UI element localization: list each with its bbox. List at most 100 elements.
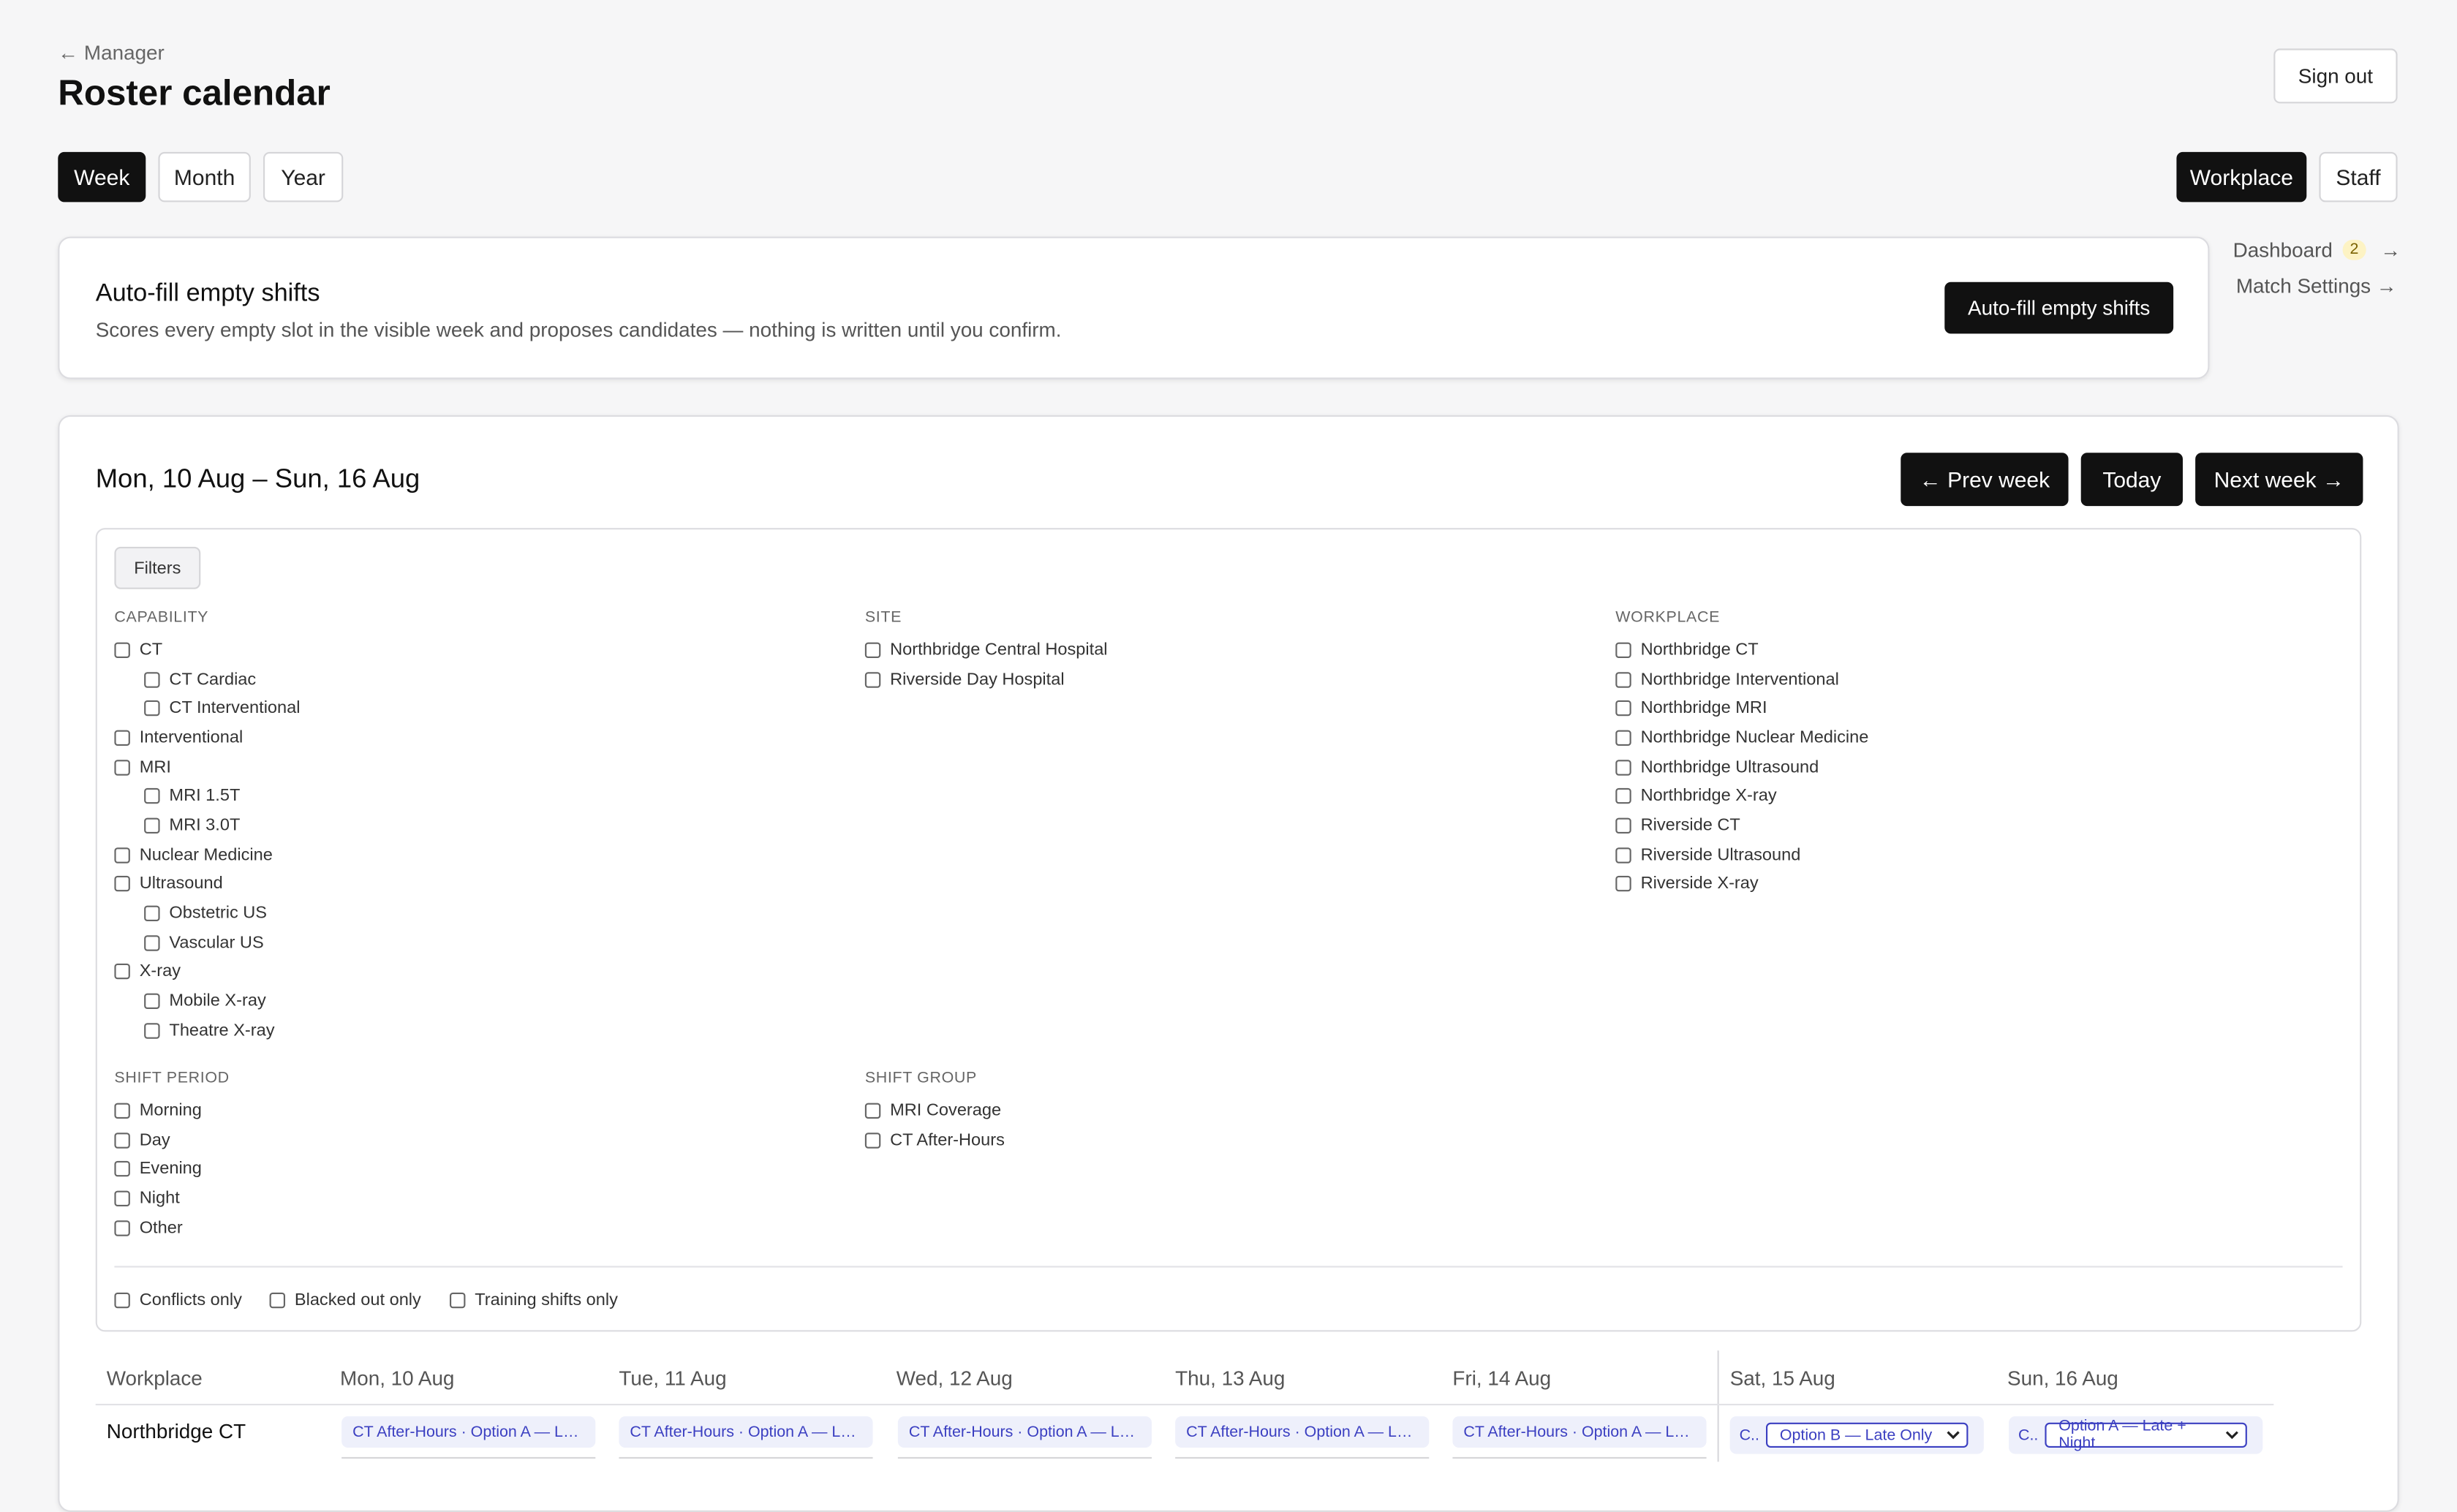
- filter-site-northbridge[interactable]: Northbridge Central Hospital: [864, 640, 1108, 659]
- shift-cell-sat[interactable]: C.. Option B — Late Only: [1729, 1416, 1984, 1454]
- mode-workplace-button[interactable]: Workplace: [2176, 151, 2307, 203]
- shift-cell-fri[interactable]: CT After-Hours · Option A — Lat...: [1452, 1416, 1707, 1448]
- checkbox-icon[interactable]: [864, 642, 881, 658]
- checkbox-icon[interactable]: [144, 817, 160, 834]
- checkbox-icon[interactable]: [114, 963, 130, 980]
- toggle-blacked-out-only[interactable]: Blacked out only: [269, 1291, 421, 1309]
- checkbox-icon[interactable]: [114, 847, 130, 863]
- sign-out-button[interactable]: Sign out: [2273, 48, 2398, 104]
- checkbox-icon[interactable]: [1615, 787, 1631, 804]
- toggle-label: Conflicts only: [139, 1290, 242, 1310]
- back-link[interactable]: ← Manager: [58, 41, 165, 64]
- filter-capability-nuclear-medicine[interactable]: Nuclear Medicine: [114, 846, 273, 865]
- filter-capability-obstetric-us[interactable]: Obstetric US: [144, 904, 267, 923]
- filter-workplace-northbridge-interventional[interactable]: Northbridge Interventional: [1615, 670, 1839, 689]
- tab-year[interactable]: Year: [263, 151, 344, 203]
- toggle-conflicts-only[interactable]: Conflicts only: [114, 1290, 242, 1310]
- checkbox-icon[interactable]: [144, 993, 160, 1009]
- checkbox-icon[interactable]: [450, 1292, 466, 1309]
- checkbox-icon[interactable]: [114, 730, 130, 746]
- filter-capability-ct[interactable]: CT: [114, 640, 162, 659]
- toggle-training-shifts-only[interactable]: Training shifts only: [450, 1291, 618, 1309]
- filter-period-night[interactable]: Night: [114, 1189, 180, 1208]
- checkbox-icon[interactable]: [114, 1133, 130, 1149]
- filter-period-evening[interactable]: Evening: [114, 1160, 202, 1178]
- filter-workplace-northbridge-ct[interactable]: Northbridge CT: [1615, 640, 1759, 659]
- filter-capability-theatre-x-ray[interactable]: Theatre X-ray: [144, 1021, 275, 1040]
- checkbox-icon[interactable]: [114, 642, 130, 658]
- filter-workplace-riverside-ultrasound[interactable]: Riverside Ultrasound: [1615, 846, 1800, 865]
- checkbox-icon[interactable]: [269, 1292, 285, 1309]
- filter-period-day[interactable]: Day: [114, 1131, 170, 1150]
- checkbox-icon[interactable]: [1615, 760, 1631, 776]
- filter-workplace-northbridge-mri[interactable]: Northbridge MRI: [1615, 699, 1767, 717]
- checkbox-icon[interactable]: [114, 760, 130, 776]
- checkbox-icon[interactable]: [114, 875, 130, 892]
- filter-workplace-riverside-ct[interactable]: Riverside CT: [1615, 816, 1740, 835]
- filter-capability-x-ray[interactable]: X-ray: [114, 962, 181, 980]
- checkbox-icon[interactable]: [864, 1133, 881, 1149]
- filter-capability-mri[interactable]: MRI: [114, 758, 171, 777]
- filter-capability-ct-interventional[interactable]: CT Interventional: [144, 699, 301, 717]
- arrow-right-icon: →: [2380, 238, 2401, 262]
- filter-capability-ultrasound[interactable]: Ultrasound: [114, 874, 223, 893]
- filter-capability-ct-cardiac[interactable]: CT Cardiac: [144, 670, 256, 689]
- checkbox-icon[interactable]: [864, 1103, 881, 1119]
- shift-cell-mon[interactable]: CT After-Hours · Option A — Lat...: [341, 1416, 596, 1448]
- mode-staff-button[interactable]: Staff: [2319, 151, 2398, 203]
- checkbox-icon[interactable]: [1615, 700, 1631, 717]
- filter-site-riverside[interactable]: Riverside Day Hospital: [864, 670, 1065, 689]
- shift-cell-tue[interactable]: CT After-Hours · Option A — Lat...: [619, 1416, 873, 1448]
- checkbox-icon[interactable]: [1615, 672, 1631, 688]
- shift-option-select[interactable]: Option A — Late + Night: [2044, 1418, 2247, 1452]
- checkbox-icon[interactable]: [114, 1103, 130, 1119]
- prev-week-button[interactable]: ← Prev week: [1901, 453, 2069, 507]
- filter-label: Vascular US: [169, 934, 264, 953]
- checkbox-icon[interactable]: [144, 787, 160, 804]
- match-settings-link[interactable]: Match Settings →: [2236, 274, 2397, 298]
- checkbox-icon[interactable]: [114, 1220, 130, 1236]
- shift-cell-sun[interactable]: C.. Option A — Late + Night: [2009, 1416, 2263, 1454]
- filter-workplace-riverside-x-ray[interactable]: Riverside X-ray: [1615, 874, 1759, 893]
- shift-option-select[interactable]: Option B — Late Only: [1765, 1422, 1968, 1448]
- checkbox-icon[interactable]: [1615, 642, 1631, 658]
- shift-cell-prefix: C..: [2018, 1426, 2039, 1444]
- filter-capability-vascular-us[interactable]: Vascular US: [144, 934, 264, 953]
- filter-capability-mri-1-5t[interactable]: MRI 1.5T: [144, 787, 240, 805]
- filter-workplace-northbridge-nuclear-medicine[interactable]: Northbridge Nuclear Medicine: [1615, 728, 1868, 747]
- filter-period-morning[interactable]: Morning: [114, 1101, 202, 1120]
- next-row-edge: [619, 1456, 873, 1464]
- filter-group-ct-after-hours[interactable]: CT After-Hours: [864, 1131, 1005, 1150]
- checkbox-icon[interactable]: [144, 935, 160, 951]
- tab-month[interactable]: Month: [158, 151, 251, 203]
- next-week-button[interactable]: Next week →: [2195, 453, 2363, 507]
- checkbox-icon[interactable]: [114, 1292, 130, 1309]
- dashboard-link[interactable]: Dashboard 2 →: [2233, 238, 2401, 262]
- filter-capability-mobile-x-ray[interactable]: Mobile X-ray: [144, 991, 266, 1010]
- checkbox-icon[interactable]: [144, 672, 160, 688]
- checkbox-icon[interactable]: [1615, 847, 1631, 863]
- filter-group-mri-coverage[interactable]: MRI Coverage: [864, 1101, 1001, 1120]
- checkbox-icon[interactable]: [144, 905, 160, 921]
- checkbox-icon[interactable]: [114, 1160, 130, 1177]
- shift-option-value: Option B — Late Only: [1779, 1426, 1933, 1444]
- filter-capability-interventional[interactable]: Interventional: [114, 728, 243, 747]
- filter-capability-mri-3-0t[interactable]: MRI 3.0T: [144, 816, 240, 835]
- checkbox-icon[interactable]: [864, 672, 881, 688]
- autofill-button[interactable]: Auto-fill empty shifts: [1944, 281, 2174, 334]
- checkbox-icon[interactable]: [1615, 875, 1631, 892]
- filter-period-other[interactable]: Other: [114, 1219, 183, 1238]
- filters-button[interactable]: Filters: [114, 546, 201, 589]
- shift-cell-wed[interactable]: CT After-Hours · Option A — Lat...: [897, 1416, 1152, 1448]
- filter-workplace-northbridge-x-ray[interactable]: Northbridge X-ray: [1615, 787, 1777, 805]
- today-button[interactable]: Today: [2080, 453, 2183, 507]
- checkbox-icon[interactable]: [144, 1023, 160, 1039]
- shift-cell-thu[interactable]: CT After-Hours · Option A — Lat...: [1175, 1416, 1430, 1448]
- filter-workplace-northbridge-ultrasound[interactable]: Northbridge Ultrasound: [1615, 758, 1819, 777]
- checkbox-icon[interactable]: [1615, 730, 1631, 746]
- tab-week[interactable]: Week: [58, 151, 146, 203]
- checkbox-icon[interactable]: [114, 1190, 130, 1206]
- checkbox-icon[interactable]: [1615, 817, 1631, 834]
- checkbox-icon[interactable]: [144, 700, 160, 717]
- filter-label: Obstetric US: [169, 904, 268, 923]
